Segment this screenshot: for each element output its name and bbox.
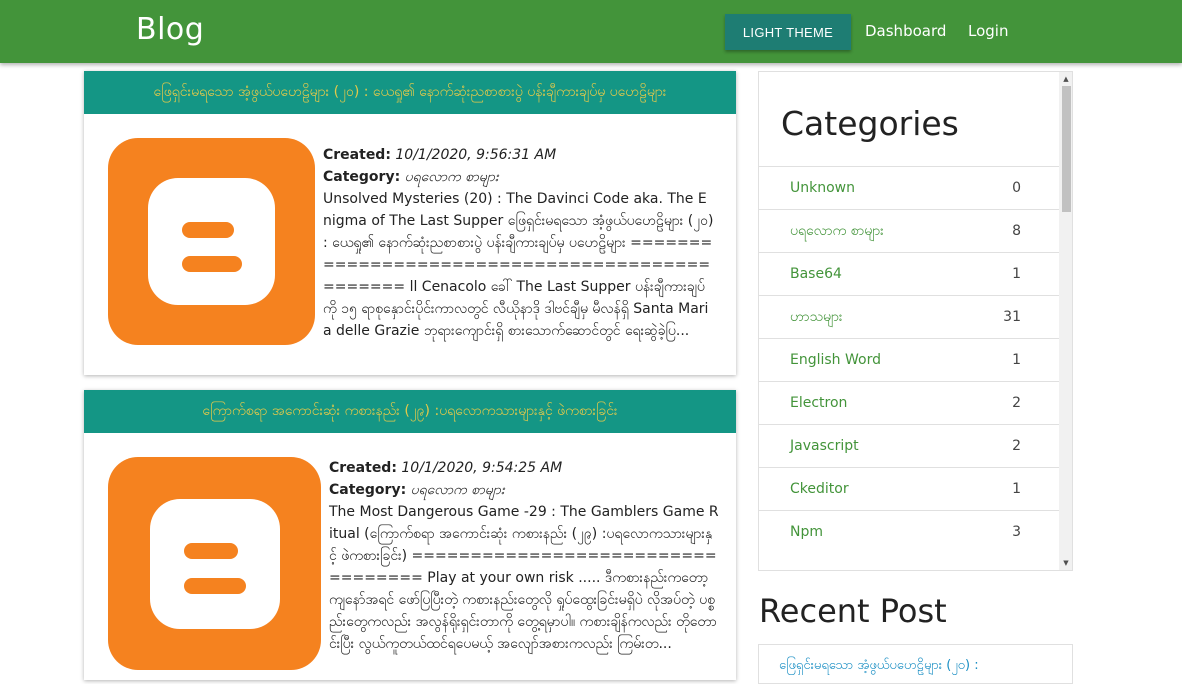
theme-toggle-button[interactable]: LIGHT THEME (725, 14, 851, 50)
category-count: 8 (1012, 223, 1021, 239)
post-excerpt: Unsolved Mysteries (20) : The Davinci Co… (323, 191, 714, 339)
category-count: 1 (1012, 352, 1021, 368)
category-name[interactable]: Npm (790, 524, 823, 540)
category-name[interactable]: ပရလောက စာများ (790, 221, 884, 242)
category-count: 2 (1012, 395, 1021, 411)
category-name[interactable]: Base64 (790, 266, 842, 282)
post-content: Created: 10/1/2020, 9:56:31 AM Category:… (323, 144, 715, 342)
blogger-logo-icon (108, 457, 321, 670)
recent-post-panel: ဖြေရှင်းမရသော အံ့ဖွယ်ပဟေဠိများ (၂၀) : (758, 644, 1073, 684)
category-item[interactable]: Javascript 2 (759, 424, 1059, 467)
category-item[interactable]: ဟာသများ 31 (759, 295, 1059, 338)
created-date: 10/1/2020, 9:54:25 AM (401, 460, 563, 476)
category-label: Category: (329, 482, 407, 498)
category-name[interactable]: Electron (790, 395, 847, 411)
post-content: Created: 10/1/2020, 9:54:25 AM Category:… (329, 457, 719, 655)
categories-heading: Categories (781, 104, 959, 143)
category-count: 2 (1012, 438, 1021, 454)
category-item[interactable]: Npm 3 (759, 510, 1059, 553)
post-card: ကြောက်စရာ အကောင်းဆုံး ကစားနည်း (၂၉) :ပရလ… (84, 390, 736, 680)
category-item[interactable]: ပရလောက စာများ 8 (759, 209, 1059, 252)
post-title[interactable]: ဖြေရှင်းမရသော အံ့ဖွယ်ပဟေဠိများ (၂၀) : ယေ… (84, 71, 736, 114)
scroll-thumb[interactable] (1062, 86, 1071, 212)
category-count: 31 (1003, 309, 1021, 325)
categories-scrollbar[interactable]: ▲ ▼ (1059, 72, 1072, 570)
top-navbar: Blog LIGHT THEME Dashboard Login (0, 0, 1182, 63)
categories-list: Unknown 0 ပရလောက စာများ 8 Base64 1 ဟာသများ 3… (759, 166, 1059, 553)
category-item[interactable]: English Word 1 (759, 338, 1059, 381)
category-item[interactable]: Ckeditor 1 (759, 467, 1059, 510)
post-category: ပရလောက စာများ (410, 482, 505, 498)
post-excerpt: The Most Dangerous Game -29 : The Gamble… (329, 504, 719, 652)
created-date: 10/1/2020, 9:56:31 AM (395, 147, 557, 163)
nav-link-login[interactable]: Login (968, 22, 1008, 40)
category-count: 0 (1012, 180, 1021, 196)
category-item[interactable]: Unknown 0 (759, 166, 1059, 209)
category-name[interactable]: ဟာသများ (790, 307, 843, 328)
category-name[interactable]: Javascript (790, 438, 859, 454)
category-item[interactable]: Electron 2 (759, 381, 1059, 424)
category-name[interactable]: English Word (790, 352, 881, 368)
category-count: 3 (1012, 524, 1021, 540)
categories-panel: Categories Unknown 0 ပရလောက စာများ 8 Base6… (758, 71, 1073, 571)
post-title[interactable]: ကြောက်စရာ အကောင်းဆုံး ကစားနည်း (၂၉) :ပရလ… (84, 390, 736, 433)
recent-post-heading: Recent Post (759, 592, 947, 630)
category-label: Category: (323, 169, 401, 185)
scroll-up-arrow-icon[interactable]: ▲ (1061, 74, 1071, 84)
scroll-down-arrow-icon[interactable]: ▼ (1061, 558, 1071, 568)
category-count: 1 (1012, 266, 1021, 282)
post-card: ဖြေရှင်းမရသော အံ့ဖွယ်ပဟေဠိများ (၂၀) : ယေ… (84, 71, 736, 375)
created-label: Created: (323, 147, 391, 163)
category-name[interactable]: Ckeditor (790, 481, 849, 497)
category-count: 1 (1012, 481, 1021, 497)
nav-link-dashboard[interactable]: Dashboard (865, 22, 946, 40)
post-category: ပရလောက စာများ (404, 169, 499, 185)
category-name[interactable]: Unknown (790, 180, 855, 196)
brand-logo[interactable]: Blog (136, 12, 204, 47)
created-label: Created: (329, 460, 397, 476)
blogger-logo-icon (108, 138, 315, 345)
category-item[interactable]: Base64 1 (759, 252, 1059, 295)
recent-post-link[interactable]: ဖြေရှင်းမရသော အံ့ဖွယ်ပဟေဠိများ (၂၀) : (779, 657, 979, 676)
